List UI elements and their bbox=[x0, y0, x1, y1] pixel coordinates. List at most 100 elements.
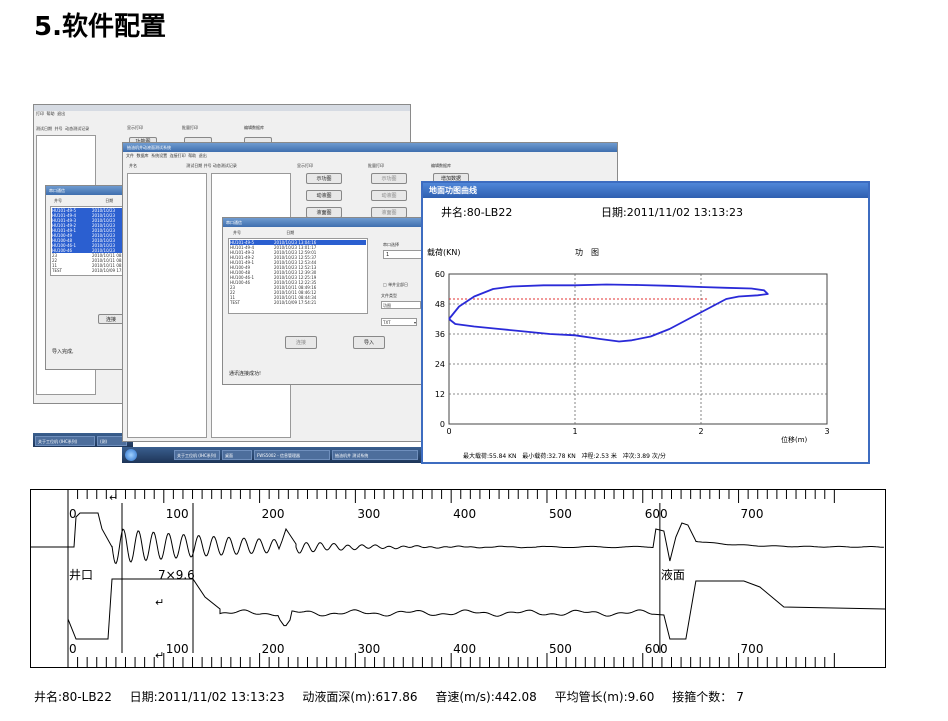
bottom-tick-label: 500 bbox=[549, 642, 572, 656]
well-list-panel[interactable] bbox=[127, 173, 207, 438]
main-window-title: 抽油机井动液面测试系统 bbox=[127, 145, 171, 150]
file-type-label: 文件类型 bbox=[381, 293, 397, 298]
port-front-list[interactable]: HU101-49-5 2010/10/23 13:04:16 HU101-49-4 2… bbox=[228, 238, 368, 314]
echo-processed-waveform bbox=[30, 546, 886, 640]
batch-dyno-button[interactable]: 示功图 bbox=[371, 173, 407, 184]
port-back-status: 导入完成, bbox=[52, 349, 74, 355]
list-item-date: 2010/10/09 17:54:21 bbox=[274, 300, 317, 305]
back-taskbar: 关于工位机 (IHC系列) (测) bbox=[33, 433, 133, 447]
menu-item-database[interactable]: 数据库 bbox=[137, 153, 149, 158]
port-front-import-button[interactable]: 导入 bbox=[353, 336, 385, 349]
y-tick-label: 24 bbox=[435, 360, 445, 369]
port-dialog-front-titlebar: 串口通信 bbox=[223, 218, 439, 227]
top-tick-label: 600 bbox=[645, 507, 668, 521]
col-well: 井号 bbox=[54, 126, 63, 131]
dyno-window: 地面功图曲线 井名:80-LB22 日期:2011/11/02 13:13:23… bbox=[421, 181, 870, 464]
stroke-stat: 冲程:2.53 米 bbox=[581, 453, 617, 460]
chevron-down-icon[interactable]: ▾ bbox=[414, 319, 416, 327]
wellhead-label: 井口 bbox=[69, 568, 93, 582]
menu-item-help[interactable]: 帮助 bbox=[47, 111, 55, 116]
top-tick-label: 500 bbox=[549, 507, 572, 521]
port-back-list[interactable]: HU101-49-5 2010/10/23 HU101-49-4 2010/10/23… bbox=[50, 206, 129, 276]
footer-speed: 音速(m/s):442.08 bbox=[435, 690, 537, 704]
main-window-columns: 井名 测试日期 井号 动态测试记录 bbox=[129, 163, 237, 168]
port-dialog-back: 串口通信 井号 日期 HU101-49-5 2010/10/23 HU101-49-… bbox=[45, 185, 130, 370]
y-tick-label: 0 bbox=[440, 420, 445, 429]
port-front-connect-button[interactable]: 连接 bbox=[285, 336, 317, 349]
y-tick-label: 48 bbox=[435, 300, 445, 309]
x-tick-label: 2 bbox=[698, 427, 703, 436]
group-batch-print: 批量打印 bbox=[182, 125, 198, 130]
port-dialog-back-titlebar: 串口通信 bbox=[46, 186, 129, 195]
return-mark-mid: ↵ bbox=[155, 596, 164, 609]
page-title: 5.软件配置 bbox=[34, 12, 166, 42]
file-type-select[interactable]: 功图 bbox=[381, 301, 421, 309]
front-task-1[interactable]: 关于工位机 (IHC系列) bbox=[174, 450, 220, 460]
col-test-date: 测试日期 bbox=[36, 126, 52, 131]
port-back-connect-button[interactable]: 连接 bbox=[98, 314, 124, 324]
top-tick-label: 200 bbox=[262, 507, 285, 521]
main-window-titlebar: 抽油机井动液面测试系统 bbox=[123, 143, 617, 152]
bottom-tick-label: 400 bbox=[453, 642, 476, 656]
port-select-label: 串口选择 bbox=[383, 242, 399, 247]
front-task-2[interactable]: 桌面 bbox=[222, 450, 252, 460]
single-well-checkbox[interactable]: □ 单井全部日 bbox=[383, 282, 408, 287]
col-well-back: 井号 bbox=[54, 198, 62, 203]
format-select[interactable]: TXT ▾ bbox=[381, 318, 417, 326]
col-well-front: 井号 bbox=[233, 230, 241, 235]
liquid-level-label: 液面 bbox=[661, 567, 685, 582]
top-tick-label: 700 bbox=[741, 507, 764, 521]
menu-item-help-main[interactable]: 帮助 bbox=[188, 153, 196, 158]
list-item-well: TEST bbox=[230, 300, 240, 305]
main-group-batch: 批量打印 bbox=[368, 163, 384, 168]
y-tick-label: 60 bbox=[435, 270, 445, 279]
menu-item-exit-main[interactable]: 退出 bbox=[199, 153, 207, 158]
top-tick-label: 400 bbox=[453, 507, 476, 521]
group-edit-db: 编辑数据库 bbox=[244, 125, 264, 130]
menu-item-print[interactable]: 打印 bbox=[36, 111, 44, 116]
dyno-x-axis-label: 位移(m) bbox=[781, 436, 808, 444]
bottom-tick-label: 300 bbox=[357, 642, 380, 656]
batch-level-button[interactable]: 动液图 bbox=[371, 190, 407, 201]
y-tick-label: 36 bbox=[435, 330, 445, 339]
menu-item-connect-print[interactable]: 连接打印 bbox=[170, 153, 186, 158]
menu-item-exit[interactable]: 退出 bbox=[57, 111, 65, 116]
return-mark-top: ↵ bbox=[109, 491, 118, 504]
list-item[interactable]: TEST 2010/10/09 17:54:21 bbox=[230, 300, 366, 305]
footer-date: 日期:2011/11/02 13:13:23 bbox=[129, 690, 285, 704]
spm-stat: 冲次:3.89 次/分 bbox=[622, 453, 666, 460]
menu-item-settings[interactable]: 系统设置 bbox=[151, 153, 167, 158]
bottom-tick-label: 0 bbox=[69, 642, 77, 656]
col-well-main: 井号 bbox=[203, 163, 212, 168]
main-window-menu: 文件 数据库 系统设置 连接打印 帮助 退出 bbox=[126, 153, 207, 158]
max-load-stat: 最大载荷:55.84 KN bbox=[463, 453, 517, 460]
top-tick-label: 300 bbox=[357, 507, 380, 521]
footer-count-label: 接箍个数： bbox=[672, 690, 733, 704]
port-front-status: 通讯连接成功! bbox=[229, 371, 262, 377]
coupling-label: 7×9.6 bbox=[158, 568, 195, 582]
main-group-edit: 编辑数据库 bbox=[431, 163, 451, 168]
list-item[interactable]: TEST 2010/10/09 17:5 bbox=[52, 268, 128, 273]
dyno-stats: 最大载荷:55.84 KN 最小载荷:32.78 KN 冲程:2.53 米 冲次… bbox=[463, 451, 666, 460]
bottom-tick-label: 200 bbox=[262, 642, 285, 656]
bottom-tick-label: 700 bbox=[741, 642, 764, 656]
port-select-input[interactable]: 1 bbox=[383, 250, 423, 259]
col-record: 动态测试记录 bbox=[65, 126, 90, 131]
single-well-label: 单井全部日 bbox=[388, 282, 409, 287]
back-task-1[interactable]: 关于工位机 (IHC系列) bbox=[35, 436, 95, 446]
footer-info: 井名:80-LB22 日期:2011/11/02 13:13:23 动液面深(m… bbox=[34, 688, 758, 705]
display-dyno-button[interactable]: 示功图 bbox=[306, 173, 342, 184]
port-dialog-front-title: 串口通信 bbox=[226, 220, 242, 225]
port-dialog-front: 串口通信 井号 日期 HU101-49-5 2010/10/23 13:04:16… bbox=[222, 217, 440, 385]
x-tick-label: 1 bbox=[572, 427, 577, 436]
menu-item-file[interactable]: 文件 bbox=[126, 153, 134, 158]
display-level-button[interactable]: 动液图 bbox=[306, 190, 342, 201]
dyno-chart: 012243648600 1 2 3 bbox=[435, 270, 830, 436]
col-test-date-main: 测试日期 bbox=[186, 163, 203, 168]
col-date-front: 日期 bbox=[286, 230, 295, 235]
front-task-3[interactable]: FWS5002 - 信息管理器 bbox=[254, 450, 330, 460]
start-orb-icon[interactable] bbox=[125, 449, 137, 461]
front-task-4[interactable]: 抽油机井 测试系统 bbox=[332, 450, 418, 460]
footer-well: 井名:80-LB22 bbox=[34, 690, 112, 704]
y-tick-label: 12 bbox=[435, 390, 445, 399]
